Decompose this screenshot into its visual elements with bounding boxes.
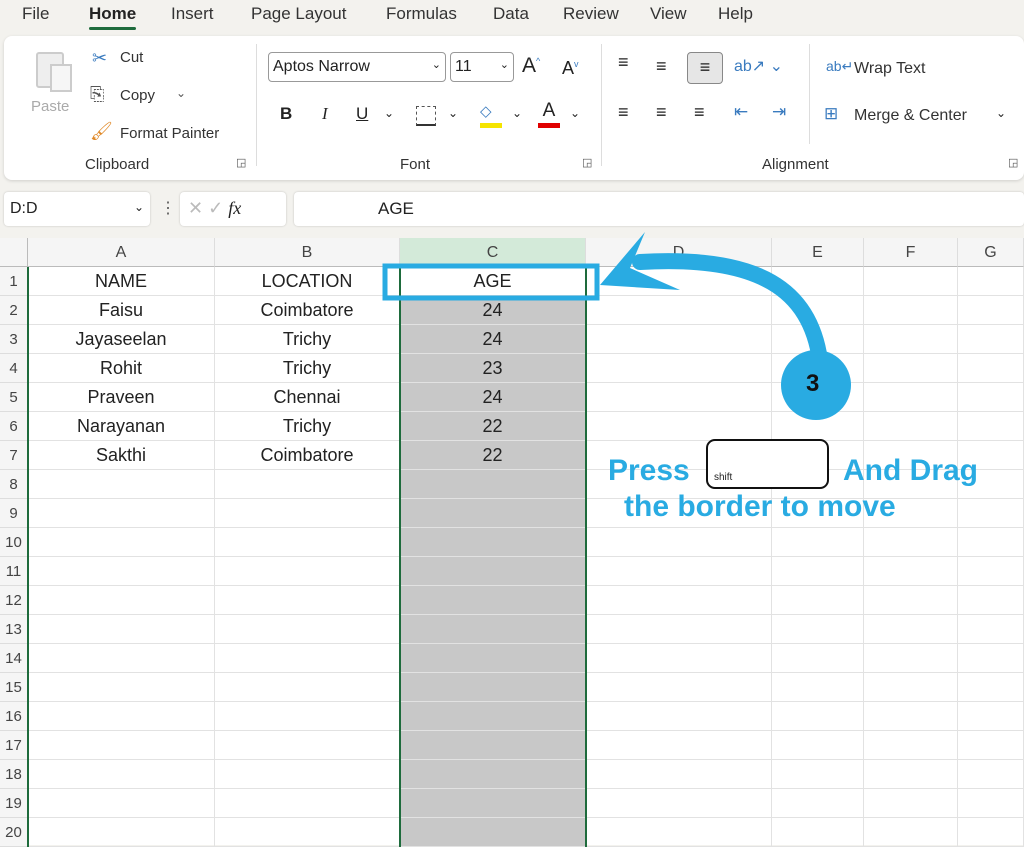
shift-key-label: shift [714, 472, 733, 483]
instruction-and-drag: And Drag [843, 454, 978, 487]
shift-key-icon: shift [706, 439, 829, 489]
instruction-line2: the border to move [624, 490, 896, 523]
step-number: 3 [806, 370, 820, 397]
highlight-box [382, 263, 600, 301]
instruction-press: Press [608, 454, 690, 487]
annotation-arrow [382, 232, 851, 420]
